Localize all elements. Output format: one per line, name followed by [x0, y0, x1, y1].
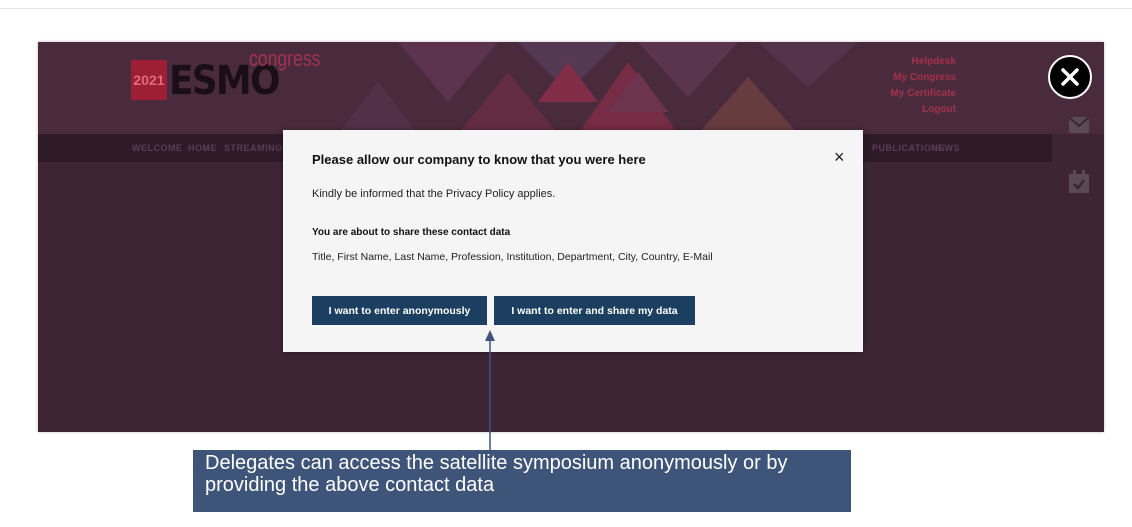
arrow-up-icon	[485, 330, 495, 450]
site-header: 2021 ESMO congress Helpdesk My Congress …	[38, 42, 1104, 134]
account-links: Helpdesk My Congress My Certificate Logo…	[890, 54, 956, 118]
close-overlay-button[interactable]	[1048, 55, 1092, 99]
dialog-close-icon[interactable]: ×	[834, 148, 845, 166]
enter-and-share-button[interactable]: I want to enter and share my data	[494, 296, 695, 325]
annotation-caption: Delegates can access the satellite sympo…	[193, 450, 851, 512]
calendar-check-icon[interactable]	[1068, 170, 1090, 194]
nav-streaming[interactable]: STREAMING	[224, 143, 283, 153]
link-my-congress[interactable]: My Congress	[890, 70, 956, 86]
nav-home[interactable]: HOME	[188, 143, 217, 153]
link-helpdesk[interactable]: Helpdesk	[890, 54, 956, 70]
nav-welcome[interactable]: WELCOME	[132, 143, 183, 153]
share-data-heading: You are about to share these contact dat…	[312, 227, 511, 238]
close-icon	[1061, 68, 1079, 86]
enter-anonymously-button[interactable]: I want to enter anonymously	[312, 296, 487, 325]
logo-year: 2021	[131, 60, 167, 100]
link-logout[interactable]: Logout	[890, 102, 956, 118]
shared-fields-list: Title, First Name, Last Name, Profession…	[312, 251, 713, 263]
consent-dialog: Please allow our company to know that yo…	[283, 130, 863, 352]
privacy-policy-text: Kindly be informed that the Privacy Poli…	[312, 188, 556, 200]
link-my-certificate[interactable]: My Certificate	[890, 86, 956, 102]
envelope-icon[interactable]	[1068, 116, 1090, 134]
top-divider	[0, 8, 1132, 9]
logo-congress-text: congress	[249, 46, 321, 71]
nav-news[interactable]: NEWS	[931, 143, 960, 153]
triangle-pattern-art	[338, 42, 858, 134]
dialog-title: Please allow our company to know that yo…	[312, 152, 646, 167]
